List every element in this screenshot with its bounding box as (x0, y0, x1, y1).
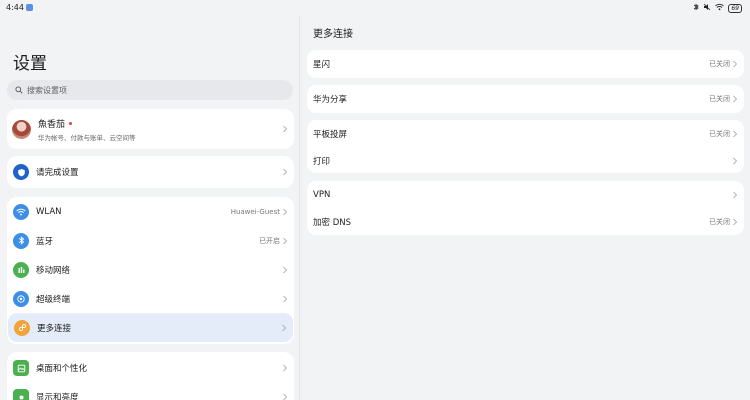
print-item[interactable]: 打印 (307, 148, 744, 173)
desktop-icon (13, 360, 29, 376)
item-label: 星闪 (313, 60, 331, 70)
sidebar-item-more-connections[interactable]: 更多连接 (8, 313, 293, 342)
status-bar: 4:44 69 (0, 0, 750, 16)
vpn-dns-card: VPN 加密 DNS 已关闭 (307, 181, 744, 235)
sidebar-item-bluetooth[interactable]: 蓝牙 已开启 (7, 226, 294, 255)
status-icons: 69 (693, 3, 742, 13)
finish-setup-item[interactable]: 请完成设置 (7, 156, 294, 188)
chevron-right-icon (733, 130, 738, 138)
mobile-network-icon (13, 261, 29, 278)
account-subtitle: 华为帐号、付款与账单、云空间等 (38, 133, 136, 142)
item-label: 平板投屏 (313, 130, 348, 140)
super-device-icon (13, 290, 29, 307)
notification-dot (69, 121, 73, 125)
bluetooth-status-icon (693, 3, 700, 13)
sidebar-item-mobile-network[interactable]: 移动网络 (7, 255, 294, 284)
network-card: WLAN Huawei-Guest 蓝牙 已开启 移动网络 超级终端 更多连接 (7, 197, 294, 344)
chevron-right-icon (283, 364, 288, 372)
item-value: 已关闭 (709, 218, 730, 226)
nearlink-card: 星闪 已关闭 (307, 50, 744, 78)
search-icon (15, 86, 23, 94)
bluetooth-value: 已开启 (259, 236, 280, 245)
avatar (12, 119, 31, 139)
brightness-icon (13, 389, 29, 400)
clock: 4:44 (6, 3, 24, 12)
item-label: 华为分享 (313, 95, 348, 105)
nearlink-item[interactable]: 星闪 已关闭 (307, 50, 744, 78)
item-value: 已关闭 (709, 95, 730, 103)
mute-status-icon (703, 3, 711, 13)
item-label: 加密 DNS (313, 218, 352, 228)
tablet-projection-item[interactable]: 平板投屏 已关闭 (307, 120, 744, 148)
setup-label: 请完成设置 (36, 168, 79, 178)
sidebar-item-display-brightness[interactable]: 显示和亮度 (7, 384, 294, 400)
chevron-right-icon (283, 125, 288, 133)
huawei-share-item[interactable]: 华为分享 已关闭 (307, 85, 744, 113)
chevron-right-icon (733, 60, 738, 68)
chevron-right-icon (733, 157, 738, 164)
sidebar-item-label: 蓝牙 (36, 236, 54, 247)
status-time: 4:44 (6, 3, 33, 12)
chevron-right-icon (733, 191, 738, 199)
battery-indicator: 69 (728, 3, 742, 13)
link-icon (14, 319, 30, 336)
app-notification-icon (25, 4, 33, 11)
sidebar-item-label: 更多连接 (37, 323, 72, 334)
item-value: 已关闭 (709, 60, 730, 68)
chevron-right-icon (283, 168, 288, 176)
page-title: 设置 (13, 54, 47, 74)
chevron-right-icon (733, 218, 738, 226)
wlan-value: Huawei-Guest (230, 207, 280, 216)
huawei-share-card: 华为分享 已关闭 (307, 85, 744, 113)
account-name: 魚香茄 (38, 119, 66, 130)
chevron-right-icon (283, 295, 288, 302)
wifi-status-icon (715, 3, 725, 13)
sidebar-item-label: WLAN (36, 206, 62, 217)
item-label: 打印 (313, 156, 331, 167)
detail-title: 更多连接 (313, 29, 353, 40)
chevron-right-icon (282, 324, 287, 331)
sidebar-item-label: 显示和亮度 (36, 393, 79, 400)
chevron-right-icon (283, 393, 288, 400)
settings-sidebar: 设置 搜索设置项 魚香茄 华为帐号、付款与账单、云空间等 请完成设置 WLAN … (0, 16, 300, 400)
sidebar-item-desktop[interactable]: 桌面和个性化 (7, 352, 294, 384)
sidebar-item-super-device[interactable]: 超级终端 (7, 284, 294, 313)
projection-print-card: 平板投屏 已关闭 打印 (307, 120, 744, 173)
item-value: 已关闭 (709, 130, 730, 138)
setup-card[interactable]: 请完成设置 (7, 156, 294, 188)
chevron-right-icon (733, 95, 738, 103)
sidebar-item-label: 桌面和个性化 (36, 364, 88, 374)
account-card[interactable]: 魚香茄 华为帐号、付款与账单、云空间等 (7, 109, 294, 149)
display-card: 桌面和个性化 显示和亮度 (7, 352, 294, 400)
sidebar-item-label: 移动网络 (36, 265, 71, 276)
setup-icon (13, 164, 29, 180)
sidebar-item-label: 超级终端 (36, 294, 71, 305)
chevron-right-icon (283, 237, 288, 244)
bluetooth-icon (13, 232, 29, 249)
chevron-right-icon (283, 266, 288, 273)
detail-pane: 更多连接 星闪 已关闭 华为分享 已关闭 平板投屏 已关闭 打印 VPN 加密 … (301, 16, 750, 400)
encrypted-dns-item[interactable]: 加密 DNS 已关闭 (307, 209, 744, 235)
search-placeholder: 搜索设置项 (27, 85, 67, 95)
vpn-item[interactable]: VPN (307, 181, 744, 209)
wifi-icon (13, 203, 29, 220)
search-input[interactable]: 搜索设置项 (7, 80, 293, 100)
sidebar-item-wlan[interactable]: WLAN Huawei-Guest (7, 197, 294, 226)
chevron-right-icon (283, 208, 288, 215)
item-label: VPN (313, 190, 331, 200)
